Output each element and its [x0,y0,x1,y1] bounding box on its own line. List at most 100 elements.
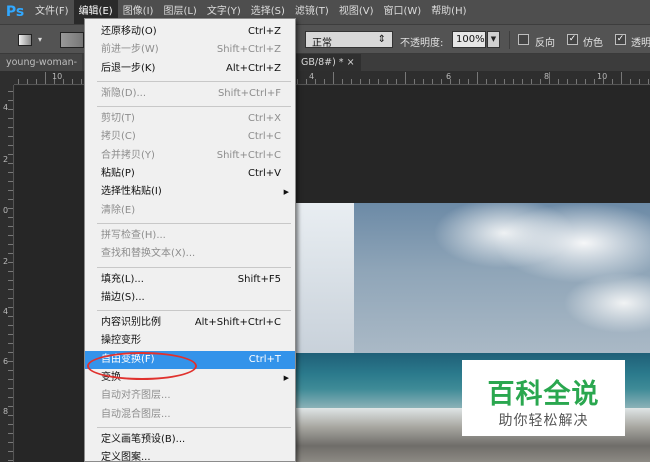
ruler-tick [297,79,298,84]
menu-item-label: 描边(S)... [101,291,145,303]
menu-item-3-1[interactable]: 查找和替换文本(X)... [85,245,295,263]
menu-item-2-0[interactable]: 剪切(T) Ctrl+X [85,110,295,128]
menu-item[interactable]: 文件(F) [30,0,74,24]
ruler-tick [8,433,13,434]
ruler-tick [405,72,406,84]
ruler-tick [594,79,595,84]
ruler-tick [8,451,13,452]
menu-item-5-1[interactable]: 操控变形 [85,332,295,350]
reverse-checkbox[interactable] [518,34,529,45]
ruler-tick [549,72,550,84]
ruler-tick [8,262,13,263]
menu-item-2-4[interactable]: 选择性粘贴(I) ▶ [85,183,295,201]
vertical-ruler[interactable]: 4202468 [0,85,14,462]
menu-item-2-5[interactable]: 清除(E) [85,202,295,220]
ruler-tick [612,79,613,84]
menu-item[interactable]: 窗口(W) [378,0,426,24]
menu-item-6-0[interactable]: 定义画笔预设(B)... [85,431,295,449]
menu-item-shortcut: Alt+Shift+Ctrl+C [194,317,281,329]
document-tab-1[interactable]: young-woman- [0,54,82,71]
menu-item-label: 渐隐(D)... [101,87,147,99]
menu-item-shortcut: Ctrl+C [247,131,281,143]
menu-item-0-2[interactable]: 后退一步(K) Alt+Ctrl+Z [85,60,295,78]
opacity-dropdown-icon[interactable]: ▼ [487,31,500,48]
ruler-tick [630,79,631,84]
menu-item-5-0[interactable]: 内容识别比例 Alt+Shift+Ctrl+C [85,314,295,332]
menu-item-5-4[interactable]: 自动对齐图层... [85,387,295,405]
ruler-tick [648,79,649,84]
opacity-input[interactable]: 100% [452,31,486,48]
watermark-title: 百科全说 [487,379,600,410]
ruler-tick [8,334,13,335]
ruler-tick [8,298,13,299]
ruler-origin[interactable] [0,71,14,85]
ruler-tick [8,280,13,281]
menu-item[interactable]: 帮助(H) [426,0,471,24]
menu-item-label: 自动对齐图层... [101,390,171,402]
ruler-tick [8,235,13,236]
menu-item-0-0[interactable]: 还原移动(O) Ctrl+Z [85,23,295,41]
menu-item-5-5[interactable]: 自动混合图层... [85,406,295,424]
menu-item-label: 内容识别比例 [101,317,161,329]
ruler-tick [414,79,415,84]
ruler-tick [8,415,13,416]
ruler-tick [450,79,451,84]
menu-item-label: 定义图案... [101,452,151,462]
transparency-label: 透明 [631,38,650,49]
tool-preset-chevron-icon[interactable]: ▾ [38,35,42,44]
ruler-tick [8,370,13,371]
menu-item-4-0[interactable]: 填充(L)... Shift+F5 [85,271,295,289]
ruler-tick [8,406,13,407]
menu-item[interactable]: 视图(V) [334,0,379,24]
ruler-tick [27,79,28,84]
ruler-tick [8,244,13,245]
menu-item-shortcut: Ctrl+V [247,168,281,180]
menu-item-5-3[interactable]: 变换 ▶ [85,369,295,387]
ruler-tick [8,397,13,398]
ruler-tick [333,72,334,84]
ruler-tick [8,388,13,389]
menu-item-2-3[interactable]: 粘贴(P) Ctrl+V [85,165,295,183]
sky-layer-right [354,203,650,353]
menu-item-2-2[interactable]: 合并拷贝(Y) Shift+Ctrl+C [85,147,295,165]
blend-mode-select[interactable]: 正常 ⇕ [305,31,393,49]
menu-item[interactable]: 滤镜(T) [290,0,334,24]
ruler-tick [18,79,19,84]
ruler-tick [8,208,13,209]
watermark-logo: 百科全说 助你轻松解决 [462,360,625,436]
ruler-tick-label: 4 [3,307,9,316]
transparency-checkbox[interactable]: ✓ [615,34,626,45]
menu-item-3-0[interactable]: 拼写检查(H)... [85,227,295,245]
ruler-tick [369,79,370,84]
menu-item-4-1[interactable]: 描边(S)... [85,289,295,307]
opacity-label: 不透明度: [400,38,444,49]
ruler-tick [423,79,424,84]
menu-item-2-1[interactable]: 拷贝(C) Ctrl+C [85,128,295,146]
menu-item-shortcut: Alt+Ctrl+Z [226,62,281,74]
blend-mode-value: 正常 [312,38,332,49]
watermark-subtitle: 助你轻松解决 [498,413,589,429]
ruler-tick [558,79,559,84]
ruler-tick [432,79,433,84]
ruler-tick [63,79,64,84]
gradient-preview[interactable] [60,32,84,48]
menu-separator [85,424,295,431]
gradient-tool-icon[interactable] [18,34,32,46]
ruler-tick [351,79,352,84]
menu-item-label: 后退一步(K) [101,62,156,74]
edit-menu-dropdown: 还原移动(O) Ctrl+Z 前进一步(W) Shift+Ctrl+Z 后退一步(K) A… [84,18,296,462]
ruler-tick [8,136,13,137]
ruler-tick [8,145,13,146]
menu-item-0-1[interactable]: 前进一步(W) Shift+Ctrl+Z [85,41,295,59]
document-tab-2[interactable]: GB/8#) * × [295,54,361,71]
ruler-tick [8,154,13,155]
menu-item-1-0[interactable]: 渐隐(D)... Shift+Ctrl+F [85,85,295,103]
ruler-tick [486,79,487,84]
ruler-tick [54,79,55,84]
menu-item-5-2[interactable]: 自由变换(F) Ctrl+T [85,350,295,370]
ruler-tick [8,118,13,119]
ruler-tick [522,79,523,84]
dither-checkbox[interactable]: ✓ [567,34,578,45]
ruler-tick [45,72,46,84]
menu-item-6-1[interactable]: 定义图案... [85,449,295,462]
